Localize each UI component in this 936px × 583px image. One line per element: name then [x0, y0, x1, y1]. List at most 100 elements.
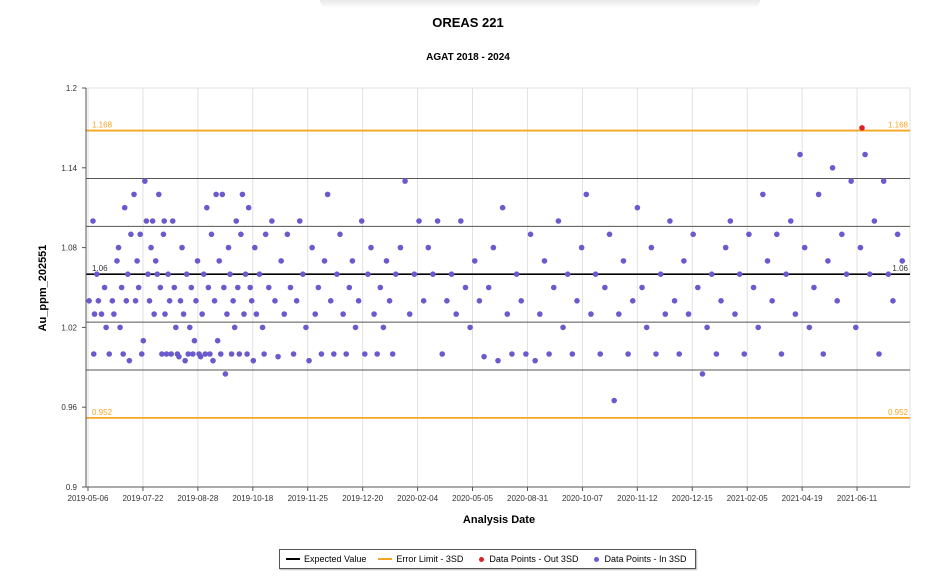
- data-point-in-3sd: [358, 218, 365, 224]
- data-point-in-3sd: [109, 298, 116, 304]
- data-point-in-3sd: [272, 298, 278, 304]
- ref-label-left: 1.168: [92, 121, 113, 130]
- x-tick-label: 2020-12-15: [672, 494, 713, 503]
- data-point-in-3sd: [204, 204, 210, 211]
- data-point-in-3sd: [634, 204, 641, 211]
- data-point-in-3sd: [639, 284, 645, 291]
- data-point-in-3sd: [275, 353, 281, 360]
- data-point-in-3sd: [262, 231, 269, 238]
- data-point-in-3sd: [620, 258, 627, 264]
- data-point-in-3sd: [704, 324, 710, 331]
- legend-item-out-3sd: Data Points - Out 3SD: [475, 554, 578, 564]
- data-point-in-3sd: [389, 351, 396, 357]
- data-point-in-3sd: [476, 298, 483, 304]
- data-point-in-3sd: [820, 351, 827, 357]
- data-point-in-3sd: [210, 357, 216, 364]
- data-point-in-3sd: [234, 284, 241, 291]
- data-point-in-3sd: [648, 244, 655, 251]
- legend-item-in-3sd: Data Points - In 3SD: [590, 554, 687, 564]
- data-point-in-3sd: [179, 244, 185, 251]
- data-point-in-3sd: [760, 191, 766, 198]
- data-point-in-3sd: [430, 271, 436, 278]
- data-point-in-3sd: [495, 357, 501, 364]
- data-point-in-3sd: [128, 231, 134, 238]
- data-point-in-3sd: [318, 351, 325, 357]
- legend-line-orange-icon: [378, 558, 393, 560]
- data-point-in-3sd: [365, 271, 371, 278]
- data-point-in-3sd: [117, 324, 123, 331]
- legend-dot-red-icon: [479, 556, 485, 562]
- data-point-in-3sd: [602, 284, 608, 291]
- data-point-in-3sd: [676, 351, 683, 357]
- data-point-in-3sd: [227, 271, 233, 278]
- data-point-in-3sd: [224, 311, 230, 317]
- data-point-in-3sd: [300, 271, 306, 278]
- data-point-in-3sd: [160, 231, 167, 238]
- data-point-in-3sd: [241, 311, 247, 317]
- data-point-in-3sd: [90, 218, 96, 224]
- data-point-in-3sd: [327, 298, 334, 304]
- data-point-in-3sd: [792, 311, 799, 317]
- data-point-in-3sd: [180, 311, 187, 317]
- data-point-in-3sd: [736, 271, 743, 278]
- data-point-in-3sd: [132, 298, 139, 304]
- data-point-in-3sd: [416, 218, 422, 224]
- data-point-in-3sd: [186, 324, 193, 331]
- data-point-in-3sd: [123, 298, 130, 304]
- data-point-in-3sd: [145, 271, 151, 278]
- data-point-in-3sd: [377, 284, 384, 291]
- data-point-in-3sd: [140, 337, 147, 344]
- data-point-in-3sd: [499, 204, 506, 211]
- data-point-in-3sd: [727, 218, 734, 224]
- data-point-in-3sd: [722, 244, 729, 251]
- data-point-in-3sd: [439, 351, 446, 357]
- data-point-in-3sd: [143, 218, 150, 224]
- data-point-in-3sd: [165, 271, 171, 278]
- data-point-in-3sd: [148, 244, 154, 251]
- data-point-in-3sd: [806, 324, 813, 331]
- data-point-in-3sd: [444, 298, 450, 304]
- data-point-in-3sd: [866, 271, 873, 278]
- data-point-in-3sd: [138, 351, 145, 357]
- data-point-in-3sd: [340, 311, 346, 317]
- data-point-in-3sd: [261, 351, 267, 357]
- data-point-in-3sd: [155, 191, 162, 198]
- ref-label-left: 0.952: [92, 408, 113, 417]
- data-point-in-3sd: [162, 311, 168, 317]
- data-point-in-3sd: [899, 258, 906, 264]
- data-point-in-3sd: [168, 351, 174, 357]
- data-point-in-3sd: [207, 351, 213, 357]
- data-point-in-3sd: [518, 298, 525, 304]
- data-point-in-3sd: [523, 351, 529, 357]
- y-tick-label: 1.08: [61, 244, 77, 253]
- data-point-in-3sd: [161, 218, 168, 224]
- data-point-in-3sd: [592, 271, 599, 278]
- data-point-in-3sd: [176, 353, 182, 360]
- ref-label-left: 1.06: [92, 264, 108, 273]
- data-point-in-3sd: [750, 284, 757, 291]
- data-point-in-3sd: [190, 351, 196, 357]
- x-tick-label: 2019-10-18: [232, 494, 273, 503]
- data-point-in-3sd: [611, 397, 617, 404]
- data-point-in-3sd: [871, 218, 878, 224]
- data-point-in-3sd: [662, 311, 669, 317]
- data-point-in-3sd: [315, 284, 322, 291]
- data-point-in-3sd: [783, 271, 789, 278]
- data-point-in-3sd: [183, 271, 190, 278]
- data-point-in-3sd: [126, 357, 133, 364]
- data-point-in-3sd: [200, 271, 207, 278]
- data-point-in-3sd: [397, 244, 404, 251]
- data-point-in-3sd: [312, 311, 319, 317]
- data-point-in-3sd: [216, 258, 223, 264]
- data-point-in-3sd: [293, 298, 300, 304]
- data-point-in-3sd: [386, 298, 393, 304]
- data-point-in-3sd: [681, 258, 687, 264]
- data-point-in-3sd: [244, 351, 250, 357]
- chart-title: OREAS 221: [432, 15, 504, 30]
- data-point-in-3sd: [303, 324, 309, 331]
- data-point-in-3sd: [355, 298, 362, 304]
- data-point-in-3sd: [606, 231, 613, 238]
- data-point-in-3sd: [154, 271, 161, 278]
- x-tick-label: 2019-12-20: [342, 494, 383, 503]
- data-point-in-3sd: [811, 284, 817, 291]
